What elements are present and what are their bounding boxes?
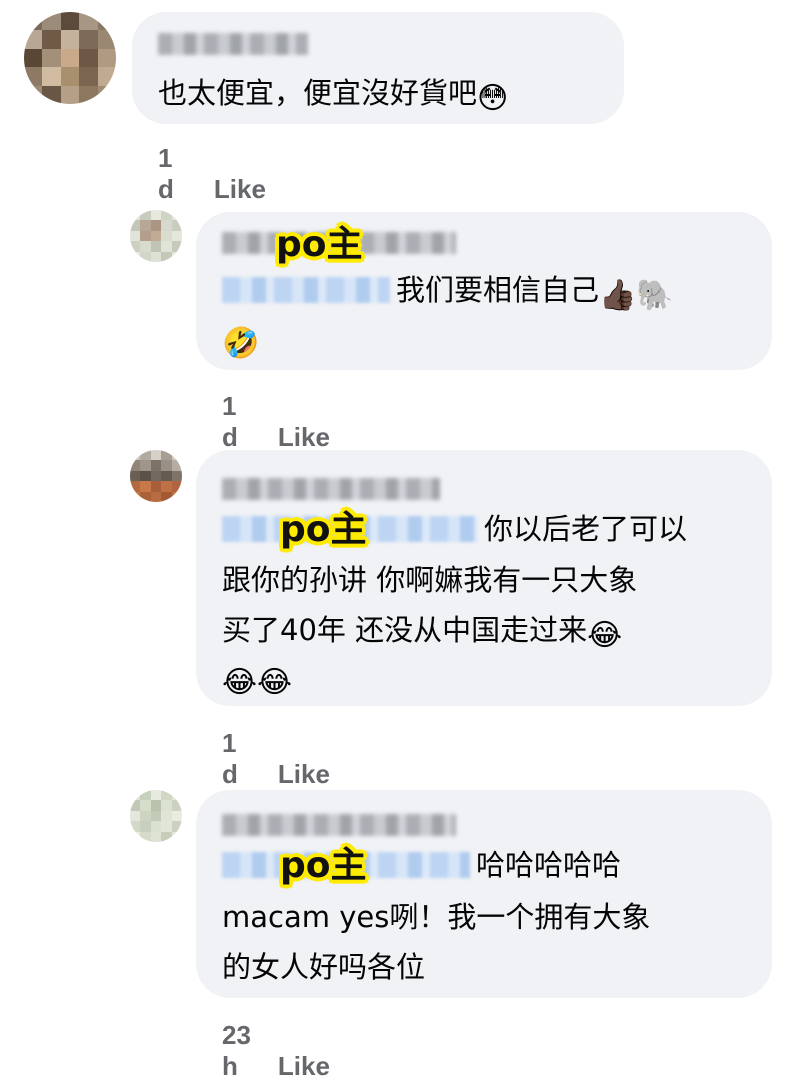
- like-button[interactable]: Like: [214, 174, 266, 204]
- comment-text: 也太便宜，便宜沒好貨吧😳: [158, 76, 509, 116]
- comment-text: 我们要相信自己👍🏿🐘: [396, 273, 674, 313]
- rofl-icon: 🤣: [222, 326, 260, 361]
- tagged-user-blurred[interactable]: [222, 277, 390, 303]
- comment-meta: 1 d Like: [222, 391, 330, 453]
- po-badge: po主: [280, 845, 367, 886]
- avatar[interactable]: [130, 450, 182, 502]
- comment-text: 你以后老了可以: [484, 512, 688, 546]
- timestamp[interactable]: 1 d: [158, 143, 174, 204]
- po-badge: po主: [280, 509, 367, 550]
- author-name-blurred[interactable]: [158, 33, 308, 55]
- like-button[interactable]: Like: [278, 759, 330, 789]
- thumbs-up-elephant-icons: 👍🏿🐘: [599, 278, 674, 313]
- flushed-face-icon: 😳: [477, 81, 509, 116]
- comment-text: 哈哈哈哈哈: [476, 848, 622, 882]
- comment-text-line-2: 🤣: [222, 311, 259, 365]
- comment-text-line-3: 买了40年 还没从中国走过来😂: [222, 613, 623, 653]
- po-badge: po主: [276, 224, 363, 265]
- like-button[interactable]: Like: [278, 422, 330, 452]
- comment-meta: 23 h Like: [222, 1020, 330, 1082]
- timestamp[interactable]: 1 d: [222, 391, 238, 452]
- timestamp[interactable]: 1 d: [222, 728, 238, 789]
- author-name-blurred[interactable]: [222, 478, 440, 500]
- comment-meta: 1 d Like: [158, 143, 266, 205]
- comment-text-line-2: macam yes咧！我一个拥有大象: [222, 900, 651, 934]
- author-name-blurred[interactable]: [222, 814, 456, 836]
- timestamp[interactable]: 23 h: [222, 1020, 251, 1081]
- comment-meta: 1 d Like: [222, 728, 330, 790]
- tears-of-joy-icon: 😂: [587, 618, 623, 653]
- avatar[interactable]: [130, 210, 182, 262]
- avatar[interactable]: [130, 790, 182, 842]
- comment-text-line-2: 跟你的孙讲 你啊嫲我有一只大象: [222, 563, 638, 597]
- avatar[interactable]: [24, 12, 116, 104]
- like-button[interactable]: Like: [278, 1051, 330, 1081]
- tears-of-joy-icon: 😂😂: [222, 665, 293, 700]
- comment-text-line-4: 😂😂: [222, 650, 292, 704]
- comment-text-line-3: 的女人好吗各位: [222, 950, 426, 984]
